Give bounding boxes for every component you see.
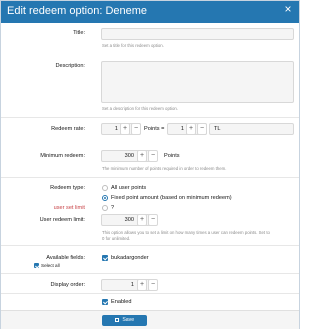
user-set-limit-value: ? [111, 205, 115, 211]
available-field-checkbox[interactable] [102, 255, 108, 261]
currency-field[interactable] [209, 123, 294, 135]
save-icon [114, 318, 119, 322]
available-field-label: bukadargonder [111, 255, 149, 261]
divider [1, 293, 299, 294]
redeem-currency-value: 1 [180, 126, 184, 132]
minimum-redeem-increment-button[interactable]: + [137, 150, 147, 162]
user-redeem-limit-hint-1: This option allows you to set a limit on… [102, 230, 270, 235]
divider [1, 273, 299, 274]
enabled-checkbox[interactable] [102, 299, 108, 305]
dialog-footer: Save [1, 310, 299, 329]
redeem-type-fixed-label: Fixed point amount (based on minimum red… [111, 195, 232, 201]
select-all-checkbox[interactable] [34, 263, 39, 268]
available-fields-label: Available fields: [46, 255, 85, 261]
redeem-type-all-radio[interactable] [102, 185, 108, 191]
dialog-header: Edit redeem option: Deneme × [1, 1, 299, 23]
title-label: Title: [73, 30, 85, 36]
user-redeem-limit-value: 300 [124, 217, 134, 223]
redeem-points-decrement-button[interactable]: − [131, 123, 141, 135]
minimum-redeem-decrement-button[interactable]: − [148, 150, 158, 162]
description-hint: Set a description for this redeem option… [102, 106, 178, 111]
edit-redeem-option-dialog: Edit redeem option: Deneme × Title: Set … [0, 0, 300, 329]
currency-label: TL [214, 126, 221, 132]
close-icon[interactable]: × [283, 3, 293, 15]
save-button-label: Save [122, 317, 135, 323]
select-all-label: Select all [41, 263, 60, 268]
redeem-points-value: 1 [114, 126, 118, 132]
user-redeem-limit-increment-button[interactable]: + [137, 214, 147, 226]
user-redeem-limit-label: User redeem limit: [39, 217, 85, 223]
minimum-redeem-value: 300 [124, 153, 134, 159]
display-order-value: 1 [130, 282, 134, 288]
enabled-label: Enabled [111, 299, 132, 305]
redeem-points-increment-button[interactable]: + [120, 123, 130, 135]
minimum-redeem-hint: The minimum number of points required in… [102, 166, 227, 171]
divider [1, 245, 299, 246]
title-hint: Set a title for this redeem option. [102, 43, 164, 48]
redeem-rate-label: Redeem rate: [51, 126, 85, 132]
display-order-label: Display order: [50, 282, 85, 288]
minimum-redeem-label: Minimum redeem: [40, 153, 85, 159]
description-textarea[interactable] [101, 61, 294, 103]
title-input[interactable] [101, 28, 294, 40]
user-set-limit-radio[interactable] [102, 205, 108, 211]
user-redeem-limit-decrement-button[interactable]: − [148, 214, 158, 226]
divider [1, 117, 299, 118]
redeem-type-label: Redeem type: [50, 185, 85, 191]
divider [1, 177, 299, 178]
description-label: Description: [55, 63, 85, 69]
dialog-body: Title: Set a title for this redeem optio… [1, 23, 299, 310]
redeem-type-fixed-radio[interactable] [102, 195, 108, 201]
save-button[interactable]: Save [102, 315, 147, 326]
user-set-limit-label: user set limit [53, 205, 85, 211]
redeem-type-all-label: All user points [111, 185, 147, 191]
user-redeem-limit-hint-2: 0 for unlimited. [102, 236, 131, 241]
display-order-decrement-button[interactable]: − [148, 279, 158, 291]
redeem-currency-increment-button[interactable]: + [186, 123, 196, 135]
minimum-redeem-unit: Points [164, 153, 180, 159]
redeem-currency-decrement-button[interactable]: − [197, 123, 207, 135]
display-order-increment-button[interactable]: + [137, 279, 147, 291]
points-equals-label: Points = [144, 126, 165, 132]
dialog-title: Edit redeem option: Deneme [7, 5, 148, 17]
